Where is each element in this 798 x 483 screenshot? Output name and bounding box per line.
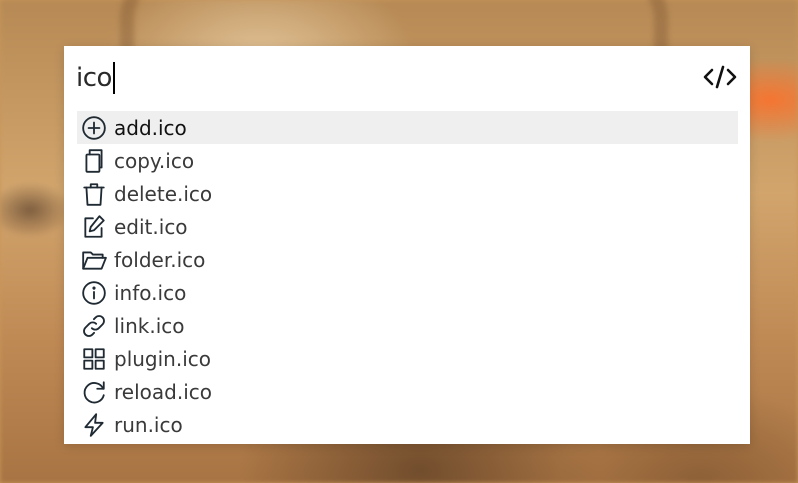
list-item-label: link.ico	[114, 313, 185, 338]
search-row: ico	[64, 46, 750, 106]
copy-icon	[80, 147, 108, 175]
command-palette: ico add.ico copy.ico delete.ico edit.ico…	[64, 46, 750, 444]
list-item[interactable]: run.ico	[77, 408, 738, 441]
results-list: add.ico copy.ico delete.ico edit.ico fol…	[77, 111, 738, 441]
text-caret	[112, 62, 115, 94]
list-item[interactable]: plugin.ico	[77, 342, 738, 375]
edit-icon	[80, 213, 108, 241]
code-icon	[703, 65, 737, 89]
list-item-label: info.ico	[114, 280, 187, 305]
list-item[interactable]: folder.ico	[77, 243, 738, 276]
info-icon	[80, 279, 108, 307]
search-input[interactable]: ico	[76, 60, 115, 96]
list-item-label: run.ico	[114, 412, 183, 437]
list-item[interactable]: delete.ico	[77, 177, 738, 210]
list-item[interactable]: edit.ico	[77, 210, 738, 243]
list-item[interactable]: reload.ico	[77, 375, 738, 408]
list-item-label: copy.ico	[114, 148, 195, 173]
list-item-label: delete.ico	[114, 181, 213, 206]
list-item-label: reload.ico	[114, 379, 212, 404]
list-item[interactable]: copy.ico	[77, 144, 738, 177]
folder-open-icon	[80, 246, 108, 274]
trash-icon	[80, 180, 108, 208]
list-item-label: edit.ico	[114, 214, 188, 239]
list-item[interactable]: add.ico	[77, 111, 738, 144]
reload-icon	[80, 378, 108, 406]
grid-icon	[80, 345, 108, 373]
code-button[interactable]	[702, 64, 738, 90]
list-item-label: folder.ico	[114, 247, 206, 272]
add-circle-icon	[80, 114, 108, 142]
search-query-text: ico	[76, 63, 112, 93]
list-item-label: plugin.ico	[114, 346, 212, 371]
list-item-label: add.ico	[114, 115, 187, 140]
list-item[interactable]: info.ico	[77, 276, 738, 309]
list-item[interactable]: link.ico	[77, 309, 738, 342]
link-icon	[80, 312, 108, 340]
lightning-icon	[80, 411, 108, 439]
